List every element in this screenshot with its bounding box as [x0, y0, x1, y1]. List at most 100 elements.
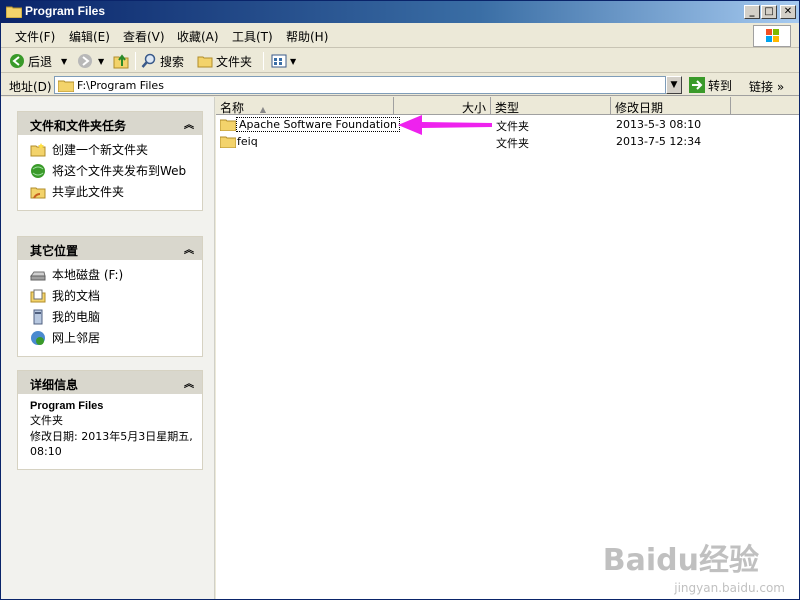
tasks-panel-title: 文件和文件夹任务 — [30, 119, 127, 133]
tasks-panel: 文件和文件夹任务 ︽ 创建一个新文件夹 将这个文件夹发布到Web 共享此文件夹 — [17, 111, 203, 211]
task-share-folder[interactable]: 共享此文件夹 — [30, 183, 194, 200]
details-header[interactable]: 详细信息 ︽ — [18, 371, 202, 394]
globe-icon — [31, 164, 45, 178]
menu-favorites[interactable]: 收藏(A) — [177, 28, 219, 45]
file-list-pane: 名称 ▲ 大小 类型 修改日期 Apache Software Foundati… — [216, 97, 799, 599]
documents-icon — [30, 289, 46, 303]
place-label: 本地磁盘 (F:) — [52, 268, 124, 282]
place-my-documents[interactable]: 我的文档 — [30, 287, 194, 304]
back-label: 后退 — [28, 54, 53, 69]
column-header-name[interactable]: 名称 ▲ — [216, 97, 394, 115]
place-label: 网上邻居 — [52, 331, 101, 345]
place-my-computer[interactable]: 我的电脑 — [30, 308, 194, 325]
collapse-icon[interactable]: ︽ — [184, 375, 194, 390]
up-folder-icon — [113, 54, 129, 69]
task-publish-web[interactable]: 将这个文件夹发布到Web — [30, 162, 194, 179]
task-label: 共享此文件夹 — [52, 185, 125, 199]
windows-logo-icon — [753, 25, 791, 47]
other-places-header[interactable]: 其它位置 ︽ — [18, 237, 202, 260]
detail-type: 文件夹 — [30, 414, 63, 427]
address-input[interactable]: F:\Program Files — [54, 76, 666, 94]
links-button[interactable]: 链接 » — [749, 78, 784, 95]
file-name: Apache Software Foundation — [236, 117, 400, 132]
address-value: F:\Program Files — [77, 79, 164, 92]
hard-drive-icon — [30, 271, 46, 281]
forward-button[interactable]: ▼ — [77, 52, 104, 70]
folders-button[interactable]: 文件夹 — [197, 52, 252, 70]
other-places-title: 其它位置 — [30, 244, 79, 258]
folders-label: 文件夹 — [216, 54, 253, 69]
toolbar: 后退 ▼ ▼ 搜索 文件夹 ▼ — [1, 49, 799, 73]
folders-icon — [197, 56, 213, 68]
network-icon — [31, 331, 45, 345]
search-button[interactable]: 搜索 — [141, 52, 184, 70]
place-label: 我的文档 — [52, 289, 101, 303]
search-label: 搜索 — [160, 54, 185, 69]
file-name: feiq — [237, 135, 258, 148]
go-button[interactable]: 转到 — [689, 76, 732, 94]
computer-icon — [33, 309, 43, 325]
window-title: Program Files — [25, 4, 106, 18]
other-places-panel: 其它位置 ︽ 本地磁盘 (F:) 我的文档 我的电脑 网上邻居 — [17, 236, 203, 357]
place-label: 我的电脑 — [52, 310, 101, 324]
views-button[interactable]: ▼ — [271, 52, 296, 70]
maximize-button[interactable]: □ — [761, 5, 777, 19]
sort-ascending-icon: ▲ — [259, 105, 266, 114]
column-label: 修改日期 — [615, 101, 664, 115]
new-folder-icon — [30, 143, 46, 157]
task-pane: 文件和文件夹任务 ︽ 创建一个新文件夹 将这个文件夹发布到Web 共享此文件夹 — [1, 97, 215, 599]
details-panel: 详细信息 ︽ Program Files 文件夹 修改日期: 2013年5月3日… — [17, 370, 203, 470]
file-row[interactable]: Apache Software Foundation 文件夹 2013-5-3 … — [216, 116, 799, 134]
menu-bar: 文件(F) 编辑(E) 查看(V) 收藏(A) 工具(T) 帮助(H) — [1, 24, 799, 48]
go-arrow-icon — [689, 77, 705, 93]
tasks-panel-header[interactable]: 文件和文件夹任务 ︽ — [18, 112, 202, 135]
chevron-down-icon[interactable]: ▼ — [98, 57, 104, 66]
chevron-down-icon[interactable]: ▼ — [290, 57, 296, 66]
menu-edit[interactable]: 编辑(E) — [69, 28, 110, 45]
links-label: 链接 — [749, 80, 774, 94]
task-new-folder[interactable]: 创建一个新文件夹 — [30, 141, 194, 158]
column-label: 类型 — [495, 101, 520, 115]
place-network[interactable]: 网上邻居 — [30, 329, 194, 346]
details-title: 详细信息 — [30, 378, 79, 392]
file-type: 文件夹 — [496, 137, 529, 150]
column-header-modified[interactable]: 修改日期 — [611, 97, 731, 115]
search-icon — [141, 53, 156, 68]
file-type: 文件夹 — [496, 120, 529, 133]
views-icon — [271, 54, 287, 68]
detail-folder-name: Program Files — [30, 400, 104, 412]
annotation-arrow-icon — [398, 115, 492, 135]
chevron-right-icon: » — [776, 80, 785, 94]
task-label: 创建一个新文件夹 — [52, 143, 149, 157]
file-row[interactable]: feiq 文件夹 2013-7-5 12:34 — [216, 133, 799, 151]
address-dropdown-button[interactable]: ▼ — [666, 76, 682, 94]
collapse-icon[interactable]: ︽ — [184, 241, 194, 256]
folder-icon — [6, 6, 22, 18]
watermark-url: jingyan.baidu.com — [674, 581, 785, 595]
menu-tools[interactable]: 工具(T) — [232, 28, 273, 45]
file-modified: 2013-7-5 12:34 — [616, 135, 702, 148]
address-label: 地址(D) — [9, 80, 52, 94]
go-label: 转到 — [708, 78, 733, 93]
detail-modified: 修改日期: 2013年5月3日星期五, 08:10 — [30, 430, 193, 458]
column-label: 名称 — [220, 101, 245, 115]
title-bar[interactable]: Program Files _ □ ✕ — [1, 1, 799, 23]
minimize-button[interactable]: _ — [744, 5, 760, 19]
menu-help[interactable]: 帮助(H) — [286, 28, 328, 45]
collapse-icon[interactable]: ︽ — [184, 116, 194, 131]
back-arrow-icon — [10, 54, 24, 68]
column-headers: 名称 ▲ 大小 类型 修改日期 — [216, 97, 799, 115]
toolbar-separator — [135, 52, 136, 70]
up-folder-button[interactable] — [113, 52, 129, 70]
menu-view[interactable]: 查看(V) — [123, 28, 165, 45]
back-button[interactable]: 后退 ▼ — [9, 52, 67, 70]
file-modified: 2013-5-3 08:10 — [616, 118, 702, 131]
place-local-disk[interactable]: 本地磁盘 (F:) — [30, 266, 194, 283]
chevron-down-icon[interactable]: ▼ — [61, 57, 67, 66]
close-button[interactable]: ✕ — [780, 5, 796, 19]
column-header-type[interactable]: 类型 — [491, 97, 611, 115]
folder-icon — [220, 119, 236, 131]
menu-file[interactable]: 文件(F) — [15, 28, 55, 45]
watermark-logo: Baidu经验 — [602, 543, 759, 578]
folder-icon — [220, 136, 236, 148]
